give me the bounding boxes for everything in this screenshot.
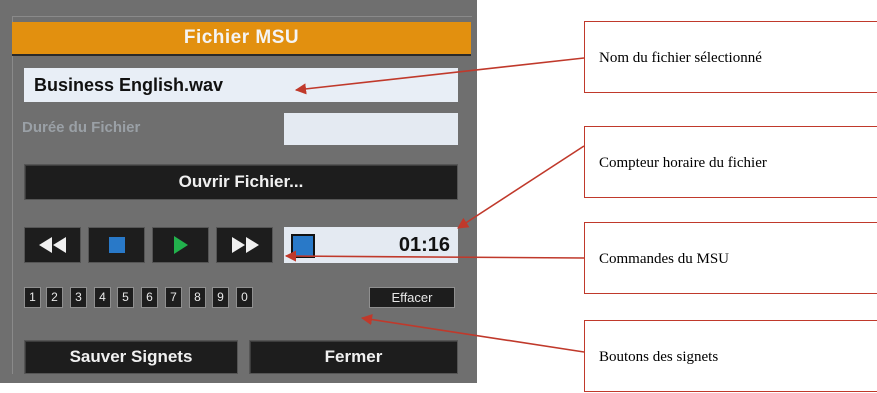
bookmarks-arrow <box>360 313 585 353</box>
controls-arrow <box>284 250 585 262</box>
callout-controls: Commandes du MSU <box>584 222 877 294</box>
counter-arrow <box>457 145 585 229</box>
callout-counter: Compteur horaire du fichier <box>584 126 877 198</box>
callout-filename: Nom du fichier sélectionné <box>584 21 877 93</box>
callout-bookmarks: Boutons des signets <box>584 320 877 392</box>
filename-arrow <box>294 57 585 95</box>
